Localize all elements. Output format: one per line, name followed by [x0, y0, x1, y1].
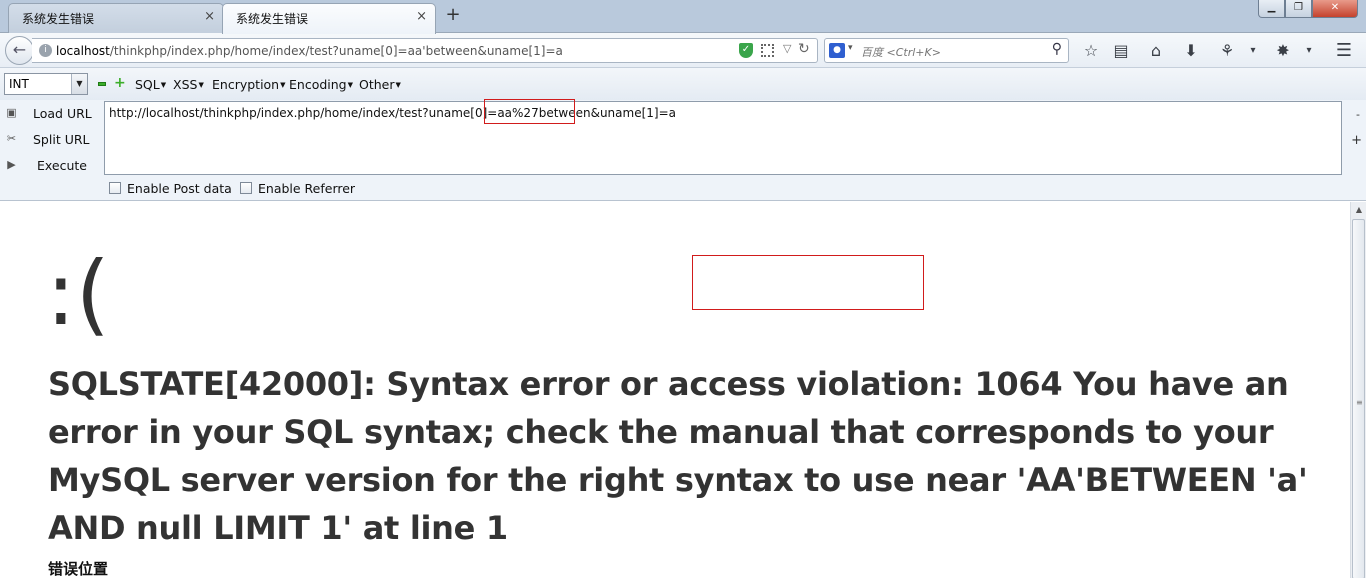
chevron-down-icon: ▼ [395, 81, 401, 89]
grip-icon: ≡ [1356, 398, 1363, 407]
qr-code-icon[interactable] [761, 44, 774, 57]
menu-icon[interactable]: ☰ [1334, 41, 1354, 61]
hackbar-type-select[interactable]: INT ▼ [4, 73, 88, 95]
tab-inactive[interactable]: 系统发生错误 × [8, 3, 224, 33]
menu-label: XSS [173, 77, 198, 92]
hackbar-url-textarea[interactable]: http://localhost/thinkphp/index.php/home… [104, 101, 1342, 175]
menu-encoding[interactable]: Encoding▼ [289, 77, 353, 92]
chevron-down-icon[interactable]: ▼ [71, 74, 87, 94]
home-icon[interactable]: ⌂ [1146, 41, 1166, 61]
search-bar[interactable]: ● ▾ 百度 <Ctrl+K> ⚲ [824, 38, 1069, 63]
addon-icon[interactable]: ✸ [1273, 41, 1293, 61]
increment-icon[interactable]: + [114, 76, 126, 90]
close-window-button[interactable]: ✕ [1312, 0, 1358, 18]
chevron-down-icon: ▼ [347, 81, 353, 89]
shield-icon[interactable]: ✓ [739, 43, 753, 58]
menu-label: SQL [135, 77, 160, 92]
tab-strip: 系统发生错误 × 系统发生错误 × + ▁ ❐ ✕ [0, 0, 1366, 34]
checkbox-label: Enable Post data [127, 181, 232, 196]
menu-other[interactable]: Other▼ [359, 77, 401, 92]
reading-list-icon[interactable]: ▤ [1111, 41, 1131, 61]
tab-close-icon[interactable]: × [416, 9, 427, 24]
execute-label: Execute [37, 158, 87, 173]
shrink-textarea-button[interactable]: - [1356, 108, 1360, 121]
paw-icon[interactable]: ● [829, 43, 845, 58]
site-identity-icon[interactable]: i [39, 44, 52, 57]
error-location-heading: 错误位置 [48, 560, 109, 578]
sad-face: :( [46, 242, 110, 345]
url-path: /thinkphp/index.php/home/index/test?unam… [109, 44, 563, 58]
load-icon: ▣ [6, 106, 17, 119]
chevron-down-icon: ▼ [198, 81, 204, 89]
new-tab-button[interactable]: + [443, 5, 463, 25]
hackbar-panel: ▣ Load URL ✂ Split URL ▶ Execute http://… [0, 100, 1366, 201]
star-icon[interactable]: ☆ [1081, 41, 1101, 61]
url-text: localhost/thinkphp/index.php/home/index/… [56, 44, 563, 58]
back-arrow-icon: ← [12, 40, 27, 59]
grow-textarea-button[interactable]: + [1351, 133, 1362, 148]
scissors-icon: ✂ [6, 132, 17, 145]
menu-sql[interactable]: SQL▼ [135, 77, 166, 92]
tab-title: 系统发生错误 [22, 12, 95, 26]
reload-icon[interactable]: ↻ [798, 41, 810, 57]
menu-label: Encoding [289, 77, 347, 92]
url-host: localhost [56, 44, 110, 58]
error-message: SQLSTATE[42000]: Syntax error or access … [48, 365, 1308, 547]
decrement-icon[interactable] [98, 82, 106, 86]
download-icon[interactable]: ⬇ [1181, 41, 1201, 61]
url-dropdown-icon[interactable]: ▽ [783, 42, 791, 55]
scrollbar-thumb[interactable]: ≡ [1352, 219, 1365, 578]
url-bar[interactable]: i localhost/thinkphp/index.php/home/inde… [32, 38, 818, 63]
maximize-button[interactable]: ❐ [1285, 0, 1312, 18]
extension-icon[interactable]: ⚘ [1217, 41, 1237, 61]
tab-title: 系统发生错误 [236, 12, 309, 26]
search-icon[interactable]: ⚲ [1052, 41, 1062, 57]
extension-dropdown-icon[interactable]: ▾ [1243, 41, 1263, 61]
scroll-up-icon[interactable]: ▲ [1351, 202, 1366, 218]
menu-encryption[interactable]: Encryption▼ [212, 77, 286, 92]
checkbox-box[interactable] [109, 182, 121, 194]
load-url-label: Load URL [33, 106, 92, 121]
chevron-down-icon: ▼ [160, 81, 167, 89]
checkbox-label: Enable Referrer [258, 181, 356, 196]
page-content: :( SQLSTATE[42000]: Syntax error or acce… [0, 202, 1350, 578]
navigation-bar: ← i localhost/thinkphp/index.php/home/in… [0, 33, 1366, 68]
menu-label: Encryption [212, 77, 280, 92]
checkbox-box[interactable] [240, 182, 252, 194]
menu-label: Other [359, 77, 395, 92]
addon-dropdown-icon[interactable]: ▾ [1299, 41, 1319, 61]
split-url-label: Split URL [33, 132, 90, 147]
tab-active[interactable]: 系统发生错误 × [222, 3, 436, 34]
error-highlight-box [692, 255, 924, 310]
tab-close-icon[interactable]: × [204, 9, 215, 24]
hackbar-select-value: INT [9, 77, 29, 91]
payload-highlight-box [484, 99, 575, 124]
chevron-down-icon: ▼ [280, 81, 286, 89]
menu-xss[interactable]: XSS▼ [173, 77, 204, 92]
back-button[interactable]: ← [5, 36, 34, 65]
play-icon: ▶ [7, 158, 16, 171]
vertical-scrollbar[interactable]: ▲ ≡ [1350, 202, 1366, 578]
search-placeholder: 百度 <Ctrl+K> [861, 46, 941, 59]
minimize-button[interactable]: ▁ [1258, 0, 1285, 18]
window-controls: ▁ ❐ ✕ [1258, 0, 1358, 18]
search-engine-dropdown-icon[interactable]: ▾ [848, 43, 853, 53]
hackbar-url-text: http://localhost/thinkphp/index.php/home… [109, 106, 676, 120]
hackbar-toolbar: INT ▼ + SQL▼ XSS▼ Encryption▼ Encoding▼ … [0, 68, 1366, 100]
